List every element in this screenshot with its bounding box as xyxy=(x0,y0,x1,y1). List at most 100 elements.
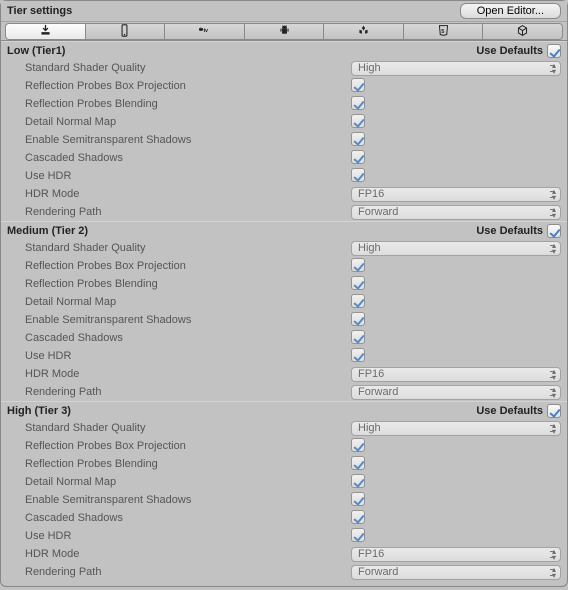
setting-label: Cascaded Shadows xyxy=(25,152,351,164)
setting-checkbox[interactable] xyxy=(351,330,365,344)
use-defaults-checkbox[interactable] xyxy=(547,44,561,58)
use-defaults-label: Use Defaults xyxy=(476,225,543,237)
open-editor-button[interactable]: Open Editor... xyxy=(460,3,561,19)
setting-label: Standard Shader Quality xyxy=(25,242,351,254)
setting-select[interactable]: FP16▴▾ xyxy=(351,367,561,382)
setting-select[interactable]: FP16▴▾ xyxy=(351,187,561,202)
setting-row: Enable Semitransparent Shadows xyxy=(1,311,567,329)
setting-row: Cascaded Shadows xyxy=(1,329,567,347)
platform-tab[interactable] xyxy=(5,23,85,40)
setting-select[interactable]: Forward ▴▾ xyxy=(351,565,561,580)
platform-tab[interactable] xyxy=(323,23,403,40)
setting-label: Detail Normal Map xyxy=(25,116,351,128)
chevron-updown-icon: ▴▾ xyxy=(552,369,556,381)
setting-row: Reflection Probes Box Projection xyxy=(1,77,567,95)
setting-label: Rendering Path xyxy=(25,386,351,398)
tier-title: Low (Tier1) xyxy=(7,45,65,57)
setting-label: HDR Mode xyxy=(25,188,351,200)
download-icon xyxy=(38,24,53,40)
setting-select-value: Forward xyxy=(358,566,398,578)
setting-select-value: High xyxy=(358,422,381,434)
chevron-updown-icon: ▴▾ xyxy=(552,189,556,201)
setting-label: Reflection Probes Blending xyxy=(25,278,351,290)
setting-label: Use HDR xyxy=(25,350,351,362)
setting-label: Detail Normal Map xyxy=(25,476,351,488)
setting-select[interactable]: FP16▴▾ xyxy=(351,547,561,562)
setting-checkbox[interactable] xyxy=(351,114,365,128)
use-defaults-label: Use Defaults xyxy=(476,405,543,417)
setting-checkbox[interactable] xyxy=(351,528,365,542)
chevron-updown-icon: ▴▾ xyxy=(552,387,556,399)
tier-header: Low (Tier1)Use Defaults xyxy=(1,41,567,59)
platform-tabbar: tv 5 xyxy=(1,22,567,41)
setting-checkbox[interactable] xyxy=(351,258,365,272)
setting-checkbox[interactable] xyxy=(351,132,365,146)
chevron-updown-icon: ▴▾ xyxy=(552,567,556,579)
apple-tv-icon: tv xyxy=(197,24,212,40)
platform-tab[interactable] xyxy=(482,23,563,40)
setting-row: Standard Shader Quality High ▴▾ xyxy=(1,59,567,77)
platform-tab[interactable]: tv xyxy=(164,23,244,40)
setting-checkbox[interactable] xyxy=(351,474,365,488)
setting-checkbox[interactable] xyxy=(351,78,365,92)
setting-label: HDR Mode xyxy=(25,548,351,560)
setting-select[interactable]: High▴▾ xyxy=(351,241,561,256)
setting-select[interactable]: High ▴▾ xyxy=(351,61,561,76)
chevron-updown-icon: ▴▾ xyxy=(552,243,556,255)
setting-checkbox[interactable] xyxy=(351,276,365,290)
chevron-updown-icon: ▴▾ xyxy=(552,63,556,75)
setting-label: Reflection Probes Box Projection xyxy=(25,260,351,272)
setting-checkbox[interactable] xyxy=(351,492,365,506)
chevron-updown-icon: ▴▾ xyxy=(552,207,556,219)
setting-label: Use HDR xyxy=(25,530,351,542)
setting-row: Enable Semitransparent Shadows xyxy=(1,491,567,509)
setting-checkbox[interactable] xyxy=(351,150,365,164)
tier-title: Medium (Tier 2) xyxy=(7,225,88,237)
platform-tab[interactable] xyxy=(244,23,324,40)
setting-row: HDR ModeFP16▴▾ xyxy=(1,545,567,563)
setting-row: Reflection Probes Box Projection xyxy=(1,437,567,455)
setting-row: Reflection Probes Blending xyxy=(1,275,567,293)
use-defaults-checkbox[interactable] xyxy=(547,404,561,418)
svg-text:5: 5 xyxy=(441,28,444,34)
setting-label: Enable Semitransparent Shadows xyxy=(25,134,351,146)
setting-row: Reflection Probes Box Projection xyxy=(1,257,567,275)
use-defaults-checkbox[interactable] xyxy=(547,224,561,238)
setting-checkbox[interactable] xyxy=(351,96,365,110)
setting-checkbox[interactable] xyxy=(351,456,365,470)
setting-label: Reflection Probes Blending xyxy=(25,98,351,110)
tier-title: High (Tier 3) xyxy=(7,405,71,417)
setting-label: Reflection Probes Blending xyxy=(25,458,351,470)
setting-select-value: High xyxy=(358,62,381,74)
setting-select[interactable]: Forward ▴▾ xyxy=(351,205,561,220)
tier-list: Low (Tier1)Use DefaultsStandard Shader Q… xyxy=(1,41,567,590)
setting-label: Standard Shader Quality xyxy=(25,62,351,74)
setting-row: Detail Normal Map xyxy=(1,293,567,311)
setting-checkbox[interactable] xyxy=(351,312,365,326)
setting-label: Rendering Path xyxy=(25,566,351,578)
setting-label: HDR Mode xyxy=(25,368,351,380)
setting-row: Rendering Path Forward ▴▾ xyxy=(1,203,567,221)
setting-label: Enable Semitransparent Shadows xyxy=(25,494,351,506)
setting-checkbox[interactable] xyxy=(351,294,365,308)
setting-checkbox[interactable] xyxy=(351,168,365,182)
setting-label: Cascaded Shadows xyxy=(25,332,351,344)
setting-label: Rendering Path xyxy=(25,206,351,218)
header-title: Tier settings xyxy=(7,5,72,17)
svg-text:tv: tv xyxy=(203,28,208,34)
setting-select-value: Forward xyxy=(358,206,398,218)
platform-tab[interactable]: 5 xyxy=(403,23,483,40)
setting-checkbox[interactable] xyxy=(351,510,365,524)
unity-icon xyxy=(356,24,371,40)
setting-row: Rendering Path Forward ▴▾ xyxy=(1,563,567,581)
setting-label: Reflection Probes Box Projection xyxy=(25,80,351,92)
setting-checkbox[interactable] xyxy=(351,348,365,362)
setting-checkbox[interactable] xyxy=(351,438,365,452)
setting-row: Cascaded Shadows xyxy=(1,509,567,527)
setting-row: Enable Semitransparent Shadows xyxy=(1,131,567,149)
setting-row: Reflection Probes Blending xyxy=(1,95,567,113)
platform-tab[interactable] xyxy=(85,23,165,40)
setting-row: Rendering PathForward▴▾ xyxy=(1,383,567,401)
setting-select[interactable]: Forward▴▾ xyxy=(351,385,561,400)
setting-select[interactable]: High▴▾ xyxy=(351,421,561,436)
